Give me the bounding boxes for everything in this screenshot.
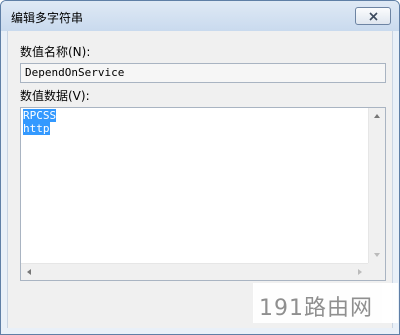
scroll-right-icon[interactable]: [358, 269, 362, 275]
title-bar[interactable]: 编辑多字符串: [1, 1, 399, 31]
horizontal-scrollbar[interactable]: [21, 263, 368, 280]
scroll-down-icon[interactable]: [374, 253, 380, 257]
value-name-field[interactable]: DependOnService: [20, 63, 386, 83]
watermark: 191路由网: [253, 283, 398, 323]
value-data-label: 数值数据(V):: [20, 89, 90, 103]
selected-text: http: [23, 122, 50, 135]
watermark-text: 191路由网: [259, 296, 373, 321]
close-button[interactable]: [355, 7, 391, 25]
scrollbar-corner: [368, 263, 385, 280]
value-data-textarea[interactable]: RPCSS http: [20, 107, 386, 281]
selected-text: RPCSS: [23, 109, 57, 122]
vertical-scrollbar[interactable]: [368, 108, 385, 263]
value-data-text: RPCSS http: [23, 109, 57, 135]
scroll-up-icon[interactable]: [374, 114, 380, 118]
scroll-left-icon[interactable]: [27, 269, 31, 275]
window-title: 编辑多字符串: [11, 11, 84, 25]
value-name-label: 数值名称(N):: [20, 45, 91, 59]
value-data-line: http: [23, 122, 56, 135]
close-icon: [369, 12, 378, 21]
value-data-line: RPCSS: [23, 109, 57, 122]
